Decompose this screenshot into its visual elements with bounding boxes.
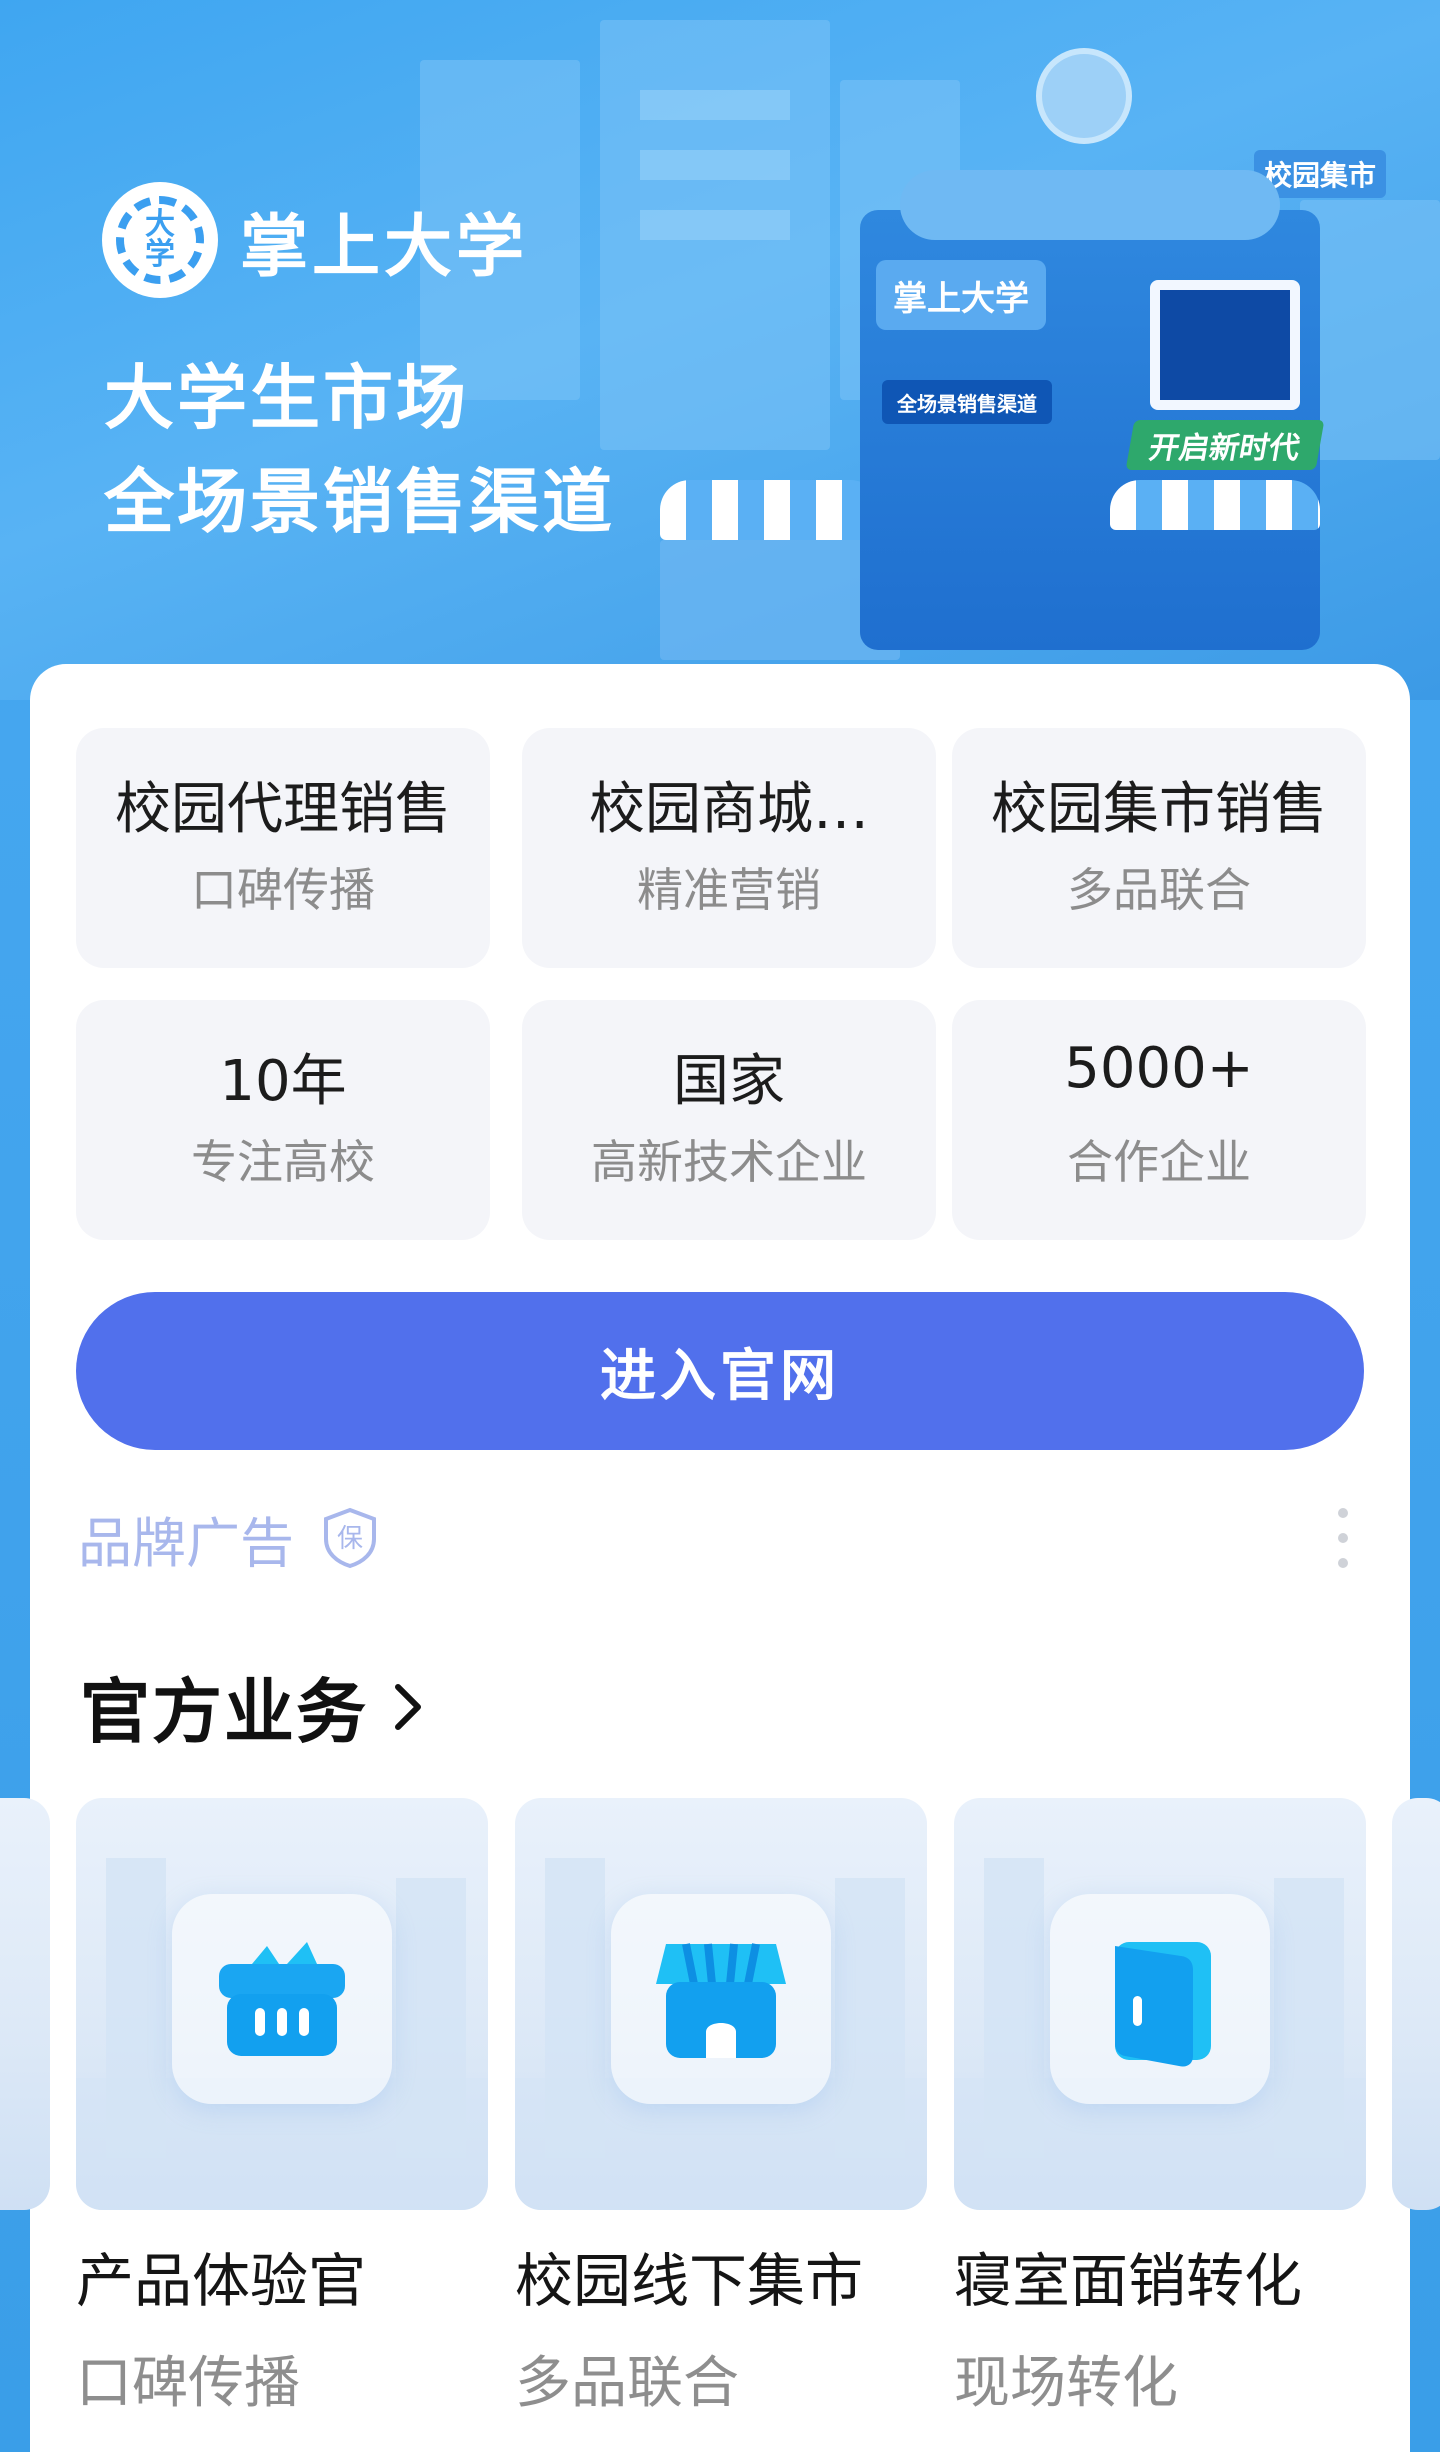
shield-badge-text: 保 <box>337 1524 363 1554</box>
enter-website-button[interactable]: 进入官网 <box>76 1292 1364 1450</box>
store-icon <box>611 1894 831 2104</box>
service-image <box>1392 1798 1440 2210</box>
basket-icon <box>172 1894 392 2104</box>
brand-ad-label: 品牌广告 <box>78 1511 294 1575</box>
page: 校园集市 掌上大学 全场景销售渠道 开启新时代 大学 掌上大学 大学生市场 全场… <box>0 0 1440 2452</box>
slogan-line2: 全场景销售渠道 <box>104 461 615 543</box>
kiosk-sign: 掌上大学 <box>876 260 1046 330</box>
service-card-partial[interactable] <box>1392 1798 1440 2210</box>
tile-title: 10年 <box>219 1049 347 1114</box>
tile-subtitle: 多品联合 <box>1067 863 1251 917</box>
tile-subtitle: 专注高校 <box>191 1135 375 1189</box>
hero-banner[interactable]: 校园集市 掌上大学 全场景销售渠道 开启新时代 大学 掌上大学 大学生市场 全场… <box>0 0 1440 700</box>
awning <box>660 480 880 540</box>
logo-text: 大学 <box>145 207 175 272</box>
tile-title: 校园代理销售 <box>115 777 451 842</box>
bg-window <box>640 150 790 180</box>
service-card-partial[interactable] <box>0 1798 50 2210</box>
globe-logo-icon <box>1036 48 1132 144</box>
service-title: 产品体验官 <box>76 2247 367 2315</box>
service-subtitle: 现场转化 <box>954 2351 1178 2416</box>
ad-row: 品牌广告 保 <box>78 1498 1378 1578</box>
service-title: 校园线下集市 <box>515 2247 864 2315</box>
service-card[interactable]: 校园线下集市 多品联合 <box>515 1798 927 2419</box>
slogan-line1: 大学生市场 <box>104 357 469 439</box>
service-title: 寝室面销转化 <box>954 2247 1303 2315</box>
brand-name: 掌上大学 <box>240 207 529 287</box>
service-image <box>76 1798 488 2210</box>
logo-badge-icon: 大学 <box>102 182 218 298</box>
stat-tile[interactable]: 5000+ 合作企业 <box>952 1000 1366 1240</box>
kiosk-awning <box>1110 480 1320 530</box>
service-card[interactable]: 产品体验官 口碑传播 <box>76 1798 488 2419</box>
service-card[interactable]: 寝室面销转化 现场转化 <box>954 1798 1366 2419</box>
chevron-right-icon <box>386 1677 430 1737</box>
feature-tile[interactable]: 校园集市销售 多品联合 <box>952 728 1366 968</box>
kiosk-illustration: 掌上大学 全场景销售渠道 开启新时代 <box>860 170 1325 650</box>
service-image <box>0 1798 50 2210</box>
service-subtitle: 多品联合 <box>515 2351 739 2416</box>
tile-title: 国家 <box>673 1049 785 1114</box>
section-header[interactable]: 官方业务 <box>80 1656 430 1757</box>
brand-logo: 大学 掌上大学 <box>102 182 528 298</box>
bg-window <box>640 210 790 240</box>
kiosk-screen <box>1150 280 1300 410</box>
section-title: 官方业务 <box>80 1671 368 1753</box>
kiosk-roof <box>900 170 1280 240</box>
content-card: 校园代理销售 口碑传播 校园商城… 精准营销 校园集市销售 多品联合 10年 专… <box>0 664 1440 2452</box>
service-subtitle: 口碑传播 <box>76 2351 300 2416</box>
kiosk-green-banner: 开启新时代 <box>1125 420 1325 470</box>
tile-subtitle: 高新技术企业 <box>591 1135 867 1189</box>
tile-subtitle: 精准营销 <box>637 863 821 917</box>
feature-tile[interactable]: 校园代理销售 口碑传播 <box>76 728 490 968</box>
tile-subtitle: 口碑传播 <box>191 863 375 917</box>
tile-title: 校园商城… <box>589 777 869 842</box>
stat-tile[interactable]: 10年 专注高校 <box>76 1000 490 1240</box>
shield-icon[interactable]: 保 <box>322 1507 378 1569</box>
more-options-icon[interactable] <box>1328 1508 1358 1568</box>
service-image <box>954 1798 1366 2210</box>
tile-title: 5000+ <box>1064 1036 1254 1101</box>
tile-subtitle: 合作企业 <box>1067 1135 1251 1189</box>
tile-title: 校园集市销售 <box>991 777 1327 842</box>
bg-window <box>640 90 790 120</box>
door-icon <box>1050 1894 1270 2104</box>
feature-tile[interactable]: 校园商城… 精准营销 <box>522 728 936 968</box>
kiosk-subsign: 全场景销售渠道 <box>882 380 1052 424</box>
service-image <box>515 1798 927 2210</box>
stat-tile[interactable]: 国家 高新技术企业 <box>522 1000 936 1240</box>
